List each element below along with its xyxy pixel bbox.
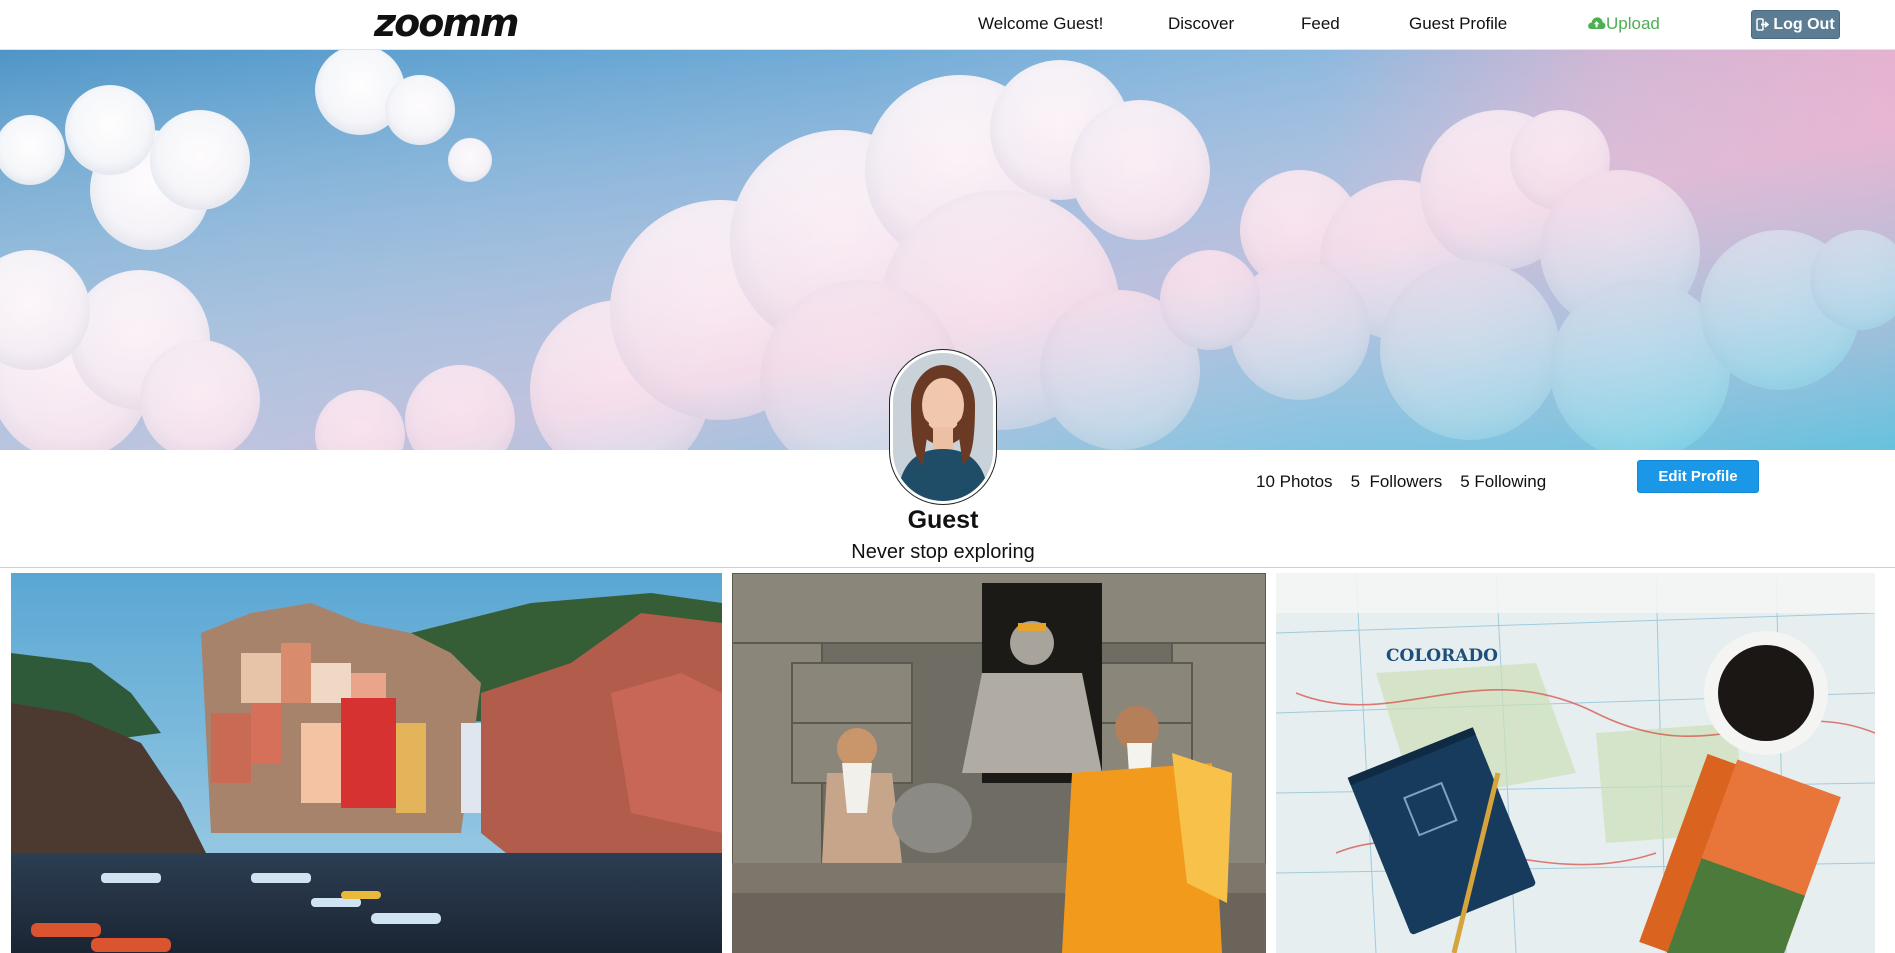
profile-bio: Never stop exploring <box>851 541 1035 563</box>
profile-stats: 10 Photos 5 Followers 5 Following <box>1256 472 1546 492</box>
profile-avatar[interactable] <box>890 350 996 504</box>
followers-count[interactable]: 5 Followers <box>1351 472 1443 492</box>
nav-upload[interactable]: Upload <box>1587 13 1660 35</box>
gallery-photo[interactable] <box>11 573 722 953</box>
photo-gallery: COLORADO <box>0 573 1895 953</box>
nav-guest-profile[interactable]: Guest Profile <box>1409 13 1507 35</box>
map-label: COLORADO <box>1386 646 1498 666</box>
nav-welcome[interactable]: Welcome Guest! <box>978 13 1103 35</box>
top-navbar: zoomm Welcome Guest! Discover Feed Guest… <box>0 0 1895 50</box>
logout-button[interactable]: Log Out <box>1751 10 1840 39</box>
sign-out-icon <box>1756 18 1770 31</box>
gallery-photo[interactable] <box>732 573 1266 953</box>
gallery-photo[interactable]: COLORADO <box>1276 573 1875 953</box>
following-count[interactable]: 5 Following <box>1460 472 1546 492</box>
logout-label: Log Out <box>1773 15 1835 33</box>
nav-upload-label: Upload <box>1606 14 1660 33</box>
nav-feed[interactable]: Feed <box>1301 13 1340 35</box>
photos-count[interactable]: 10 Photos <box>1256 472 1333 492</box>
profile-name: Guest <box>907 506 979 534</box>
nav-discover[interactable]: Discover <box>1168 13 1234 35</box>
zoomm-logo[interactable]: zoomm <box>372 2 532 46</box>
svg-text:zoomm: zoomm <box>373 2 518 45</box>
edit-profile-button[interactable]: Edit Profile <box>1637 460 1759 493</box>
cloud-upload-icon <box>1588 17 1606 29</box>
